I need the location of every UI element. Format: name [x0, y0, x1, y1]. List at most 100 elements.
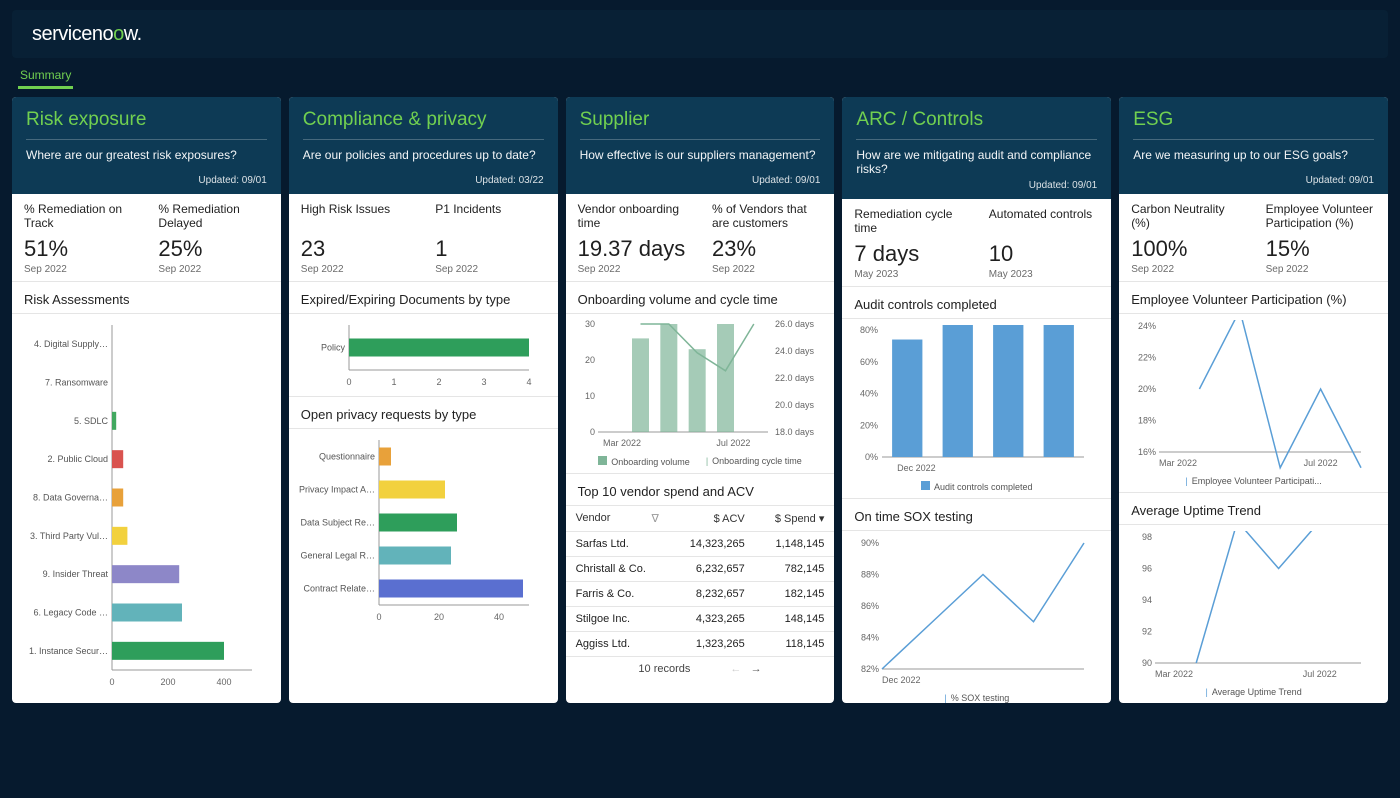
filter-icon[interactable]: ∇: [652, 512, 659, 525]
kpi-value: 7 days: [854, 241, 964, 267]
legend: Audit controls completed: [842, 481, 1111, 498]
svg-text:400: 400: [216, 677, 231, 687]
kpi-date: Sep 2022: [712, 264, 822, 275]
kpi-date: Sep 2022: [578, 264, 688, 275]
table-row[interactable]: Aggiss Ltd.1,323,265118,145: [566, 632, 835, 657]
svg-text:4. Digital Supply…: 4. Digital Supply…: [34, 339, 108, 349]
col-label: $ Spend: [775, 513, 816, 525]
card-compliance: Compliance & privacy Are our policies an…: [289, 97, 558, 703]
svg-text:20: 20: [585, 355, 595, 365]
card-subtitle: How effective is our suppliers managemen…: [580, 139, 821, 171]
card-title: Compliance & privacy: [303, 109, 544, 131]
svg-text:20.0 days: 20.0 days: [775, 400, 815, 410]
legend-label: Average Uptime Trend: [1212, 687, 1302, 697]
kpi: % Remediation on Track 51% Sep 2022: [12, 194, 146, 281]
kpi-date: Sep 2022: [158, 264, 268, 275]
section-title: Expired/Expiring Documents by type: [289, 282, 558, 314]
cell-spend: 148,145: [755, 607, 835, 632]
logo: servicenoow.: [32, 23, 142, 46]
svg-text:90%: 90%: [861, 538, 879, 548]
chart-onboarding: 010203018.0 days20.0 days22.0 days24.0 d…: [566, 314, 835, 456]
legend-item: Onboarding volume: [598, 456, 690, 467]
table-row[interactable]: Christall & Co.6,232,657782,145: [566, 557, 835, 582]
section-title: Audit controls completed: [842, 287, 1111, 319]
legend: |Employee Volunteer Participati...: [1119, 476, 1388, 492]
legend-label: % SOX testing: [951, 693, 1010, 703]
logo-suffix: w.: [124, 23, 142, 45]
kpi-date: Sep 2022: [435, 264, 545, 275]
svg-text:4: 4: [526, 377, 531, 387]
cell-vendor: Sarfas Ltd.: [566, 532, 669, 557]
kpi-date: Sep 2022: [1131, 264, 1241, 275]
kpi-value: 19.37 days: [578, 236, 688, 262]
kpi-label: Remediation cycle time: [854, 207, 964, 237]
chart-sox-testing: 82%84%86%88%90%Dec 2022: [842, 531, 1111, 693]
kpi-value: 1: [435, 236, 545, 262]
kpi-label: Automated controls: [989, 207, 1099, 237]
card-updated: Updated: 03/22: [303, 175, 544, 186]
kpi-label: % Remediation on Track: [24, 202, 134, 232]
section-title: Open privacy requests by type: [289, 396, 558, 429]
dashboard: Risk exposure Where are our greatest ris…: [0, 89, 1400, 715]
tab-summary[interactable]: Summary: [18, 64, 73, 89]
svg-text:2. Public Cloud: 2. Public Cloud: [47, 454, 108, 464]
col-spend[interactable]: $ Spend ▾: [755, 506, 835, 532]
table-row[interactable]: Stilgoe Inc.4,323,265148,145: [566, 607, 835, 632]
next-arrow-icon[interactable]: →: [751, 663, 762, 675]
section-title: Onboarding volume and cycle time: [566, 282, 835, 314]
svg-text:1: 1: [391, 377, 396, 387]
cell-acv: 14,323,265: [669, 532, 755, 557]
kpi-label: % Remediation Delayed: [158, 202, 268, 232]
chart-uptime: 9092949698Mar 2022Jul 2022: [1119, 525, 1388, 687]
svg-text:Questionnaire: Questionnaire: [319, 452, 375, 462]
legend-item: |Onboarding cycle time: [706, 456, 802, 467]
svg-text:22.0 days: 22.0 days: [775, 373, 815, 383]
cell-spend: 118,145: [755, 632, 835, 657]
svg-text:1. Instance Secur…: 1. Instance Secur…: [29, 646, 108, 656]
svg-text:Policy: Policy: [321, 343, 346, 353]
sort-icon[interactable]: ▾: [819, 513, 825, 525]
legend-label: Audit controls completed: [934, 482, 1033, 492]
svg-text:10: 10: [585, 391, 595, 401]
card-head: Risk exposure Where are our greatest ris…: [12, 97, 281, 194]
svg-text:Mar 2022: Mar 2022: [603, 438, 641, 448]
table-row[interactable]: Farris & Co.8,232,657182,145: [566, 582, 835, 607]
kpi-value: 10: [989, 241, 1099, 267]
cell-spend: 1,148,145: [755, 532, 835, 557]
prev-arrow-icon[interactable]: ←: [730, 663, 741, 675]
legend-label: Employee Volunteer Participati...: [1192, 476, 1322, 486]
svg-text:90: 90: [1142, 658, 1152, 668]
record-count: 10 records: [638, 663, 690, 675]
kpi-label: % of Vendors that are customers: [712, 202, 822, 232]
card-supplier: Supplier How effective is our suppliers …: [566, 97, 835, 703]
chart-expiring-docs: Policy01234: [289, 314, 558, 396]
kpi: % Remediation Delayed 25% Sep 2022: [146, 194, 280, 281]
svg-text:0: 0: [346, 377, 351, 387]
svg-text:Jul 2022: Jul 2022: [716, 438, 750, 448]
vendor-table: Vendor ∇ $ ACV $ Spend ▾ Sarfas Ltd.14,3…: [566, 506, 835, 657]
svg-text:8. Data Governa…: 8. Data Governa…: [33, 493, 108, 503]
cell-acv: 6,232,657: [669, 557, 755, 582]
col-vendor[interactable]: Vendor ∇: [566, 506, 669, 532]
kpi-label: Carbon Neutrality (%): [1131, 202, 1241, 232]
svg-text:Dec 2022: Dec 2022: [882, 675, 921, 685]
section-title: Top 10 vendor spend and ACV: [566, 473, 835, 506]
svg-text:22%: 22%: [1138, 353, 1156, 363]
table-row[interactable]: Sarfas Ltd.14,323,2651,148,145: [566, 532, 835, 557]
svg-text:0: 0: [590, 427, 595, 437]
svg-text:40: 40: [494, 612, 504, 622]
card-title: Risk exposure: [26, 109, 267, 131]
svg-text:82%: 82%: [861, 664, 879, 674]
svg-text:General Legal R…: General Legal R…: [300, 551, 375, 561]
col-acv[interactable]: $ ACV: [669, 506, 755, 532]
svg-text:5. SDLC: 5. SDLC: [74, 416, 109, 426]
svg-text:40%: 40%: [860, 389, 878, 399]
svg-text:2: 2: [436, 377, 441, 387]
kpi-value: 51%: [24, 236, 134, 262]
svg-text:18%: 18%: [1138, 416, 1156, 426]
card-subtitle: Are our policies and procedures up to da…: [303, 139, 544, 171]
svg-text:Data Subject Re…: Data Subject Re…: [300, 518, 375, 528]
kpi-label: Employee Volunteer Participation (%): [1266, 202, 1376, 232]
cell-acv: 4,323,265: [669, 607, 755, 632]
col-label: Vendor: [576, 512, 611, 524]
